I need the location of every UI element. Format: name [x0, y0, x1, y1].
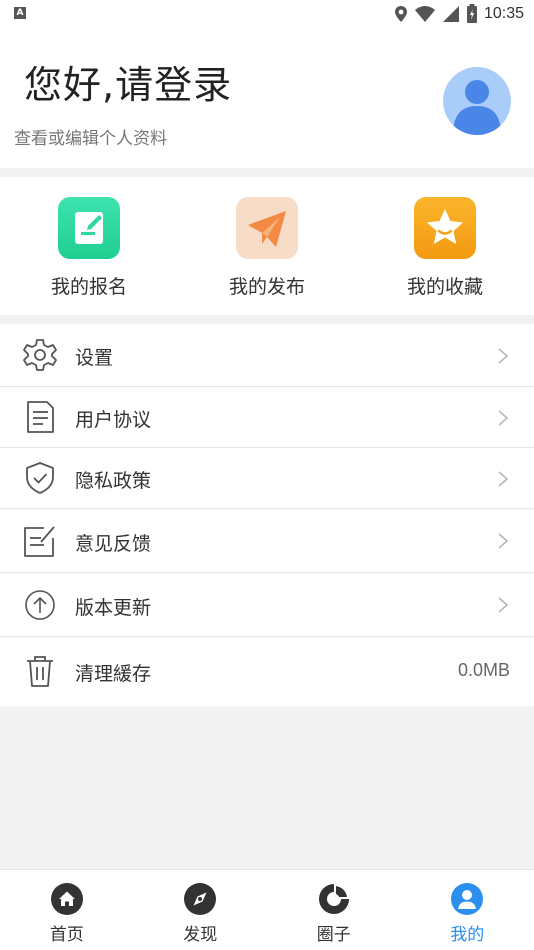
paper-plane-icon: [236, 197, 298, 259]
menu-item-label: 清理緩存: [75, 663, 152, 685]
profile-subtitle: 查看或编辑个人资料: [14, 129, 167, 149]
menu-item-label: 版本更新: [75, 597, 152, 619]
menu-item-user-agreement[interactable]: 用户协议: [0, 387, 534, 448]
quick-action-favorites[interactable]: 我的收藏: [356, 177, 534, 315]
quick-action-registrations[interactable]: 我的报名: [0, 177, 178, 315]
tab-mine[interactable]: 我的: [401, 870, 534, 950]
chevron-right-icon: [498, 410, 509, 426]
clock-time: 10:35: [483, 5, 524, 22]
menu-item-label: 意见反馈: [75, 533, 152, 555]
bottom-tab-bar: 首页 发现 圈子 我的: [0, 869, 534, 950]
circle-icon: [318, 884, 349, 914]
tab-label: 首页: [49, 925, 84, 945]
quick-action-posts[interactable]: 我的发布: [178, 177, 356, 315]
avatar[interactable]: [443, 67, 511, 135]
profile-header[interactable]: 您好,请登录 查看或编辑个人资料: [0, 28, 534, 168]
tab-home[interactable]: 首页: [0, 870, 134, 950]
menu-item-label: 设置: [75, 347, 114, 369]
chevron-right-icon: [498, 597, 509, 613]
menu-item-clear-cache[interactable]: 清理緩存 0.0MB: [0, 637, 534, 706]
star-icon: [414, 197, 476, 259]
signal-icon: [442, 6, 459, 22]
menu-item-version-update[interactable]: 版本更新: [0, 573, 534, 637]
document-icon: [27, 401, 54, 433]
edit-icon: [58, 197, 120, 259]
quick-action-label: 我的收藏: [406, 276, 483, 298]
quick-action-label: 我的发布: [228, 276, 305, 298]
quick-actions: 我的报名 我的发布 我的收藏: [0, 177, 534, 315]
tab-discover[interactable]: 发现: [134, 870, 268, 950]
chevron-right-icon: [498, 533, 509, 549]
trash-icon: [27, 656, 53, 687]
status-bar: A 10:35: [0, 0, 534, 28]
location-icon: [394, 6, 407, 22]
tab-label: 圈子: [316, 925, 351, 945]
chevron-right-icon: [498, 348, 509, 364]
notification-badge: A: [14, 7, 26, 19]
menu-item-label: 用户协议: [75, 409, 152, 431]
home-icon: [50, 883, 83, 915]
menu-item-label: 隐私政策: [75, 470, 152, 492]
feedback-icon: [24, 526, 55, 557]
menu-item-settings[interactable]: 设置: [0, 324, 534, 387]
settings-menu: 设置 用户协议 隐私政策 意见反馈 版本更新 清理緩存 0.0MB: [0, 324, 534, 706]
tab-label: 发现: [183, 925, 218, 945]
user-icon: [451, 883, 484, 915]
battery-icon: [466, 4, 477, 23]
wifi-icon: [414, 6, 435, 22]
menu-item-feedback[interactable]: 意见反馈: [0, 509, 534, 573]
chevron-right-icon: [498, 471, 509, 487]
tab-circle[interactable]: 圈子: [267, 870, 401, 950]
upload-icon: [25, 590, 55, 620]
compass-icon: [184, 883, 217, 915]
menu-item-privacy-policy[interactable]: 隐私政策: [0, 448, 534, 509]
quick-action-label: 我的报名: [50, 276, 127, 298]
tab-label: 我的: [450, 925, 485, 945]
cache-size-value: 0.0MB: [457, 660, 510, 680]
status-right: 10:35: [394, 3, 524, 25]
shield-icon: [26, 462, 54, 494]
login-greeting[interactable]: 您好,请登录: [24, 54, 232, 109]
gear-icon: [23, 339, 57, 371]
user-avatar-icon: [453, 80, 501, 135]
